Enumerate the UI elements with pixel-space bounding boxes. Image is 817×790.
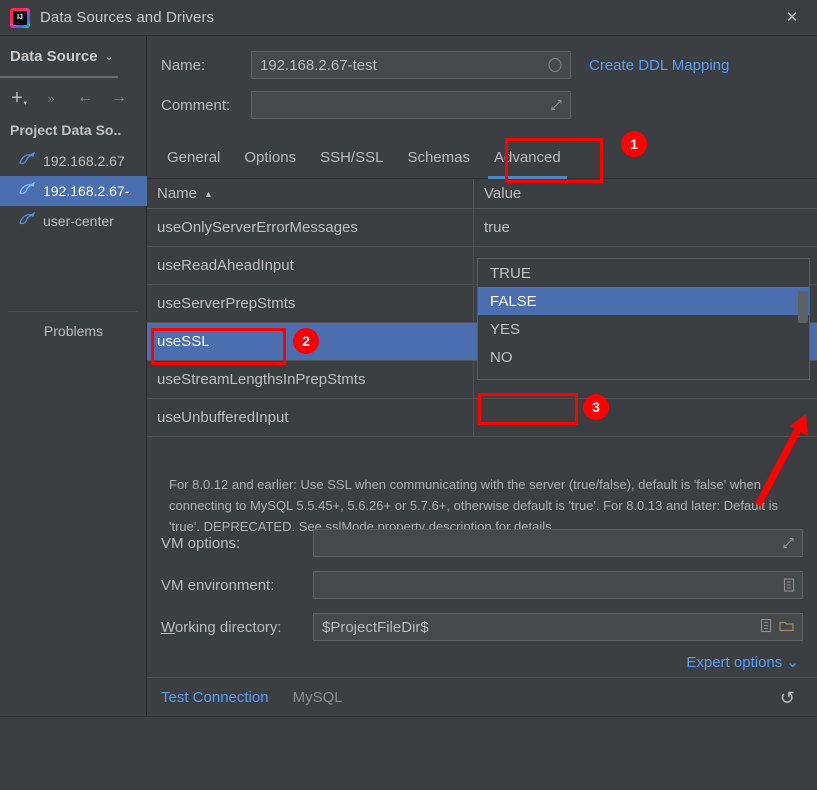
working-directory-label-rest: orking directory: xyxy=(174,618,282,636)
property-name: useStreamLengthsInPrepStmts xyxy=(147,360,474,399)
list-icon[interactable] xyxy=(783,578,795,592)
table-row[interactable]: useUnbufferedInput xyxy=(147,398,817,437)
name-label: Name: xyxy=(161,56,206,74)
dropdown-option-yes[interactable]: YES xyxy=(478,315,809,343)
sort-ascending-icon: ▲ xyxy=(204,188,213,199)
property-value[interactable] xyxy=(474,399,817,437)
property-name: useOnlyServerErrorMessages xyxy=(147,208,474,247)
expand-icon[interactable] xyxy=(782,537,795,550)
sidebar-item-problems[interactable]: Problems xyxy=(0,317,147,345)
close-icon[interactable]: ✕ xyxy=(783,9,801,27)
annotation-badge-2: 2 xyxy=(293,328,319,354)
name-input[interactable]: 192.168.2.67-test xyxy=(251,51,571,79)
tab-ssh-ssl[interactable]: SSH/SSL xyxy=(308,137,395,179)
refresh-icon[interactable]: ↺ xyxy=(780,688,795,709)
expert-options-link[interactable]: Expert options ⌄ xyxy=(686,653,799,671)
property-name: useUnbufferedInput xyxy=(147,398,474,437)
dropdown-option-false[interactable]: FALSE xyxy=(478,287,809,315)
connection-status-row: Test Connection MySQL xyxy=(147,678,817,716)
annotation-badge-1: 1 xyxy=(621,131,647,157)
sidebar-item-label: 192.168.2.67 xyxy=(43,153,125,169)
sidebar-tab-label: Data Source xyxy=(10,47,98,65)
sidebar-toolbar: + ▾ » ← → xyxy=(0,82,147,114)
sidebar-item-label: 192.168.2.67- xyxy=(43,183,130,199)
sidebar-divider xyxy=(8,311,138,312)
expand-icon[interactable] xyxy=(550,99,563,112)
working-directory-value: $ProjectFileDir$ xyxy=(322,618,429,636)
chevron-down-icon: ⌄ xyxy=(786,654,799,671)
test-connection-link[interactable]: Test Connection xyxy=(161,689,269,706)
comment-field-row: Comment: xyxy=(161,91,571,119)
vm-environment-row: VM environment: xyxy=(161,571,803,599)
column-header-name[interactable]: Name ▲ xyxy=(147,178,474,209)
working-directory-row: Working directory: $ProjectFileDir$ xyxy=(161,613,803,641)
main-panel: Name: 192.168.2.67-test Create DDL Mappi… xyxy=(147,36,817,716)
tab-options[interactable]: Options xyxy=(232,137,308,179)
working-directory-input[interactable]: $ProjectFileDir$ xyxy=(313,613,803,641)
table-header-row: Name ▲ Value xyxy=(147,178,817,209)
intellij-logo-label: IJ xyxy=(13,10,27,25)
property-description: For 8.0.12 and earlier: Use SSL when com… xyxy=(169,477,778,534)
dropdown-scrollbar[interactable] xyxy=(798,291,808,323)
column-header-value[interactable]: Value xyxy=(474,179,521,209)
vm-options-input[interactable] xyxy=(313,529,803,557)
driver-label: MySQL xyxy=(292,688,343,706)
intellij-logo-icon: IJ xyxy=(10,7,30,28)
property-name: useReadAheadInput xyxy=(147,246,474,285)
expand-more-icon[interactable]: » xyxy=(34,91,68,106)
dialog-titlebar: IJ Data Sources and Drivers ✕ xyxy=(0,0,817,36)
dropdown-option-true[interactable]: TRUE xyxy=(478,259,809,287)
sidebar: Data Source ⌄ + ▾ » ← → Project Data So..… xyxy=(0,36,147,764)
mysql-dolphin-icon xyxy=(18,150,38,171)
comment-label: Comment: xyxy=(161,96,231,114)
create-ddl-mapping-link[interactable]: Create DDL Mapping xyxy=(589,57,729,74)
forward-arrow-icon[interactable]: → xyxy=(102,89,136,107)
vm-options-label: VM options: xyxy=(161,534,241,552)
working-directory-label: Working directory: xyxy=(161,619,313,636)
sidebar-item-datasource-1[interactable]: 192.168.2.67 xyxy=(0,146,147,176)
name-input-value: 192.168.2.67-test xyxy=(260,56,377,74)
sidebar-item-datasource-2[interactable]: 192.168.2.67- xyxy=(0,176,147,206)
chevron-down-icon[interactable]: ⌄ xyxy=(105,50,114,63)
value-dropdown-popup[interactable]: TRUE FALSE YES NO xyxy=(477,258,810,380)
mysql-dolphin-icon xyxy=(18,180,38,201)
sidebar-tab-data-source[interactable]: Data Source ⌄ xyxy=(0,40,147,72)
column-header-name-label: Name xyxy=(157,185,198,202)
tab-general[interactable]: General xyxy=(155,137,232,179)
sidebar-tab-underline xyxy=(0,76,118,78)
settings-tabs: General Options SSH/SSL Schemas Advanced xyxy=(147,137,817,179)
add-datasource-icon[interactable]: + ▾ xyxy=(0,87,34,110)
back-arrow-icon[interactable]: ← xyxy=(68,89,102,107)
dialog-title: Data Sources and Drivers xyxy=(40,9,215,26)
name-status-circle-icon xyxy=(547,57,563,73)
sidebar-group-title: Project Data So.. xyxy=(10,122,122,138)
working-directory-mnemonic: W xyxy=(161,618,175,636)
folder-icon[interactable] xyxy=(779,619,795,635)
working-directory-icons xyxy=(760,618,795,636)
tab-schemas[interactable]: Schemas xyxy=(395,137,482,179)
sidebar-item-label: user-center xyxy=(43,213,114,229)
annotation-badge-3: 3 xyxy=(583,394,609,420)
list-icon[interactable] xyxy=(760,618,772,636)
sidebar-item-datasource-3[interactable]: user-center xyxy=(0,206,147,236)
comment-input[interactable] xyxy=(251,91,571,119)
vm-environment-input[interactable] xyxy=(313,571,803,599)
tab-advanced[interactable]: Advanced xyxy=(482,137,573,179)
data-sources-dialog: IJ Data Sources and Drivers ✕ Data Sourc… xyxy=(0,0,817,790)
expert-options-label: Expert options xyxy=(686,654,783,671)
table-row[interactable]: useOnlyServerErrorMessages true xyxy=(147,208,817,247)
property-name: useServerPrepStmts xyxy=(147,284,474,323)
name-field-row: Name: 192.168.2.67-test Create DDL Mappi… xyxy=(161,51,729,79)
dialog-footer: ? OK Cancel Apply CSDN @盖盖衍上 xyxy=(0,716,817,790)
property-value[interactable]: true xyxy=(474,209,817,247)
vm-environment-label: VM environment: xyxy=(161,576,275,594)
dropdown-option-no[interactable]: NO xyxy=(478,343,809,371)
vm-options-row: VM options: xyxy=(161,529,803,557)
mysql-dolphin-icon xyxy=(18,210,38,231)
